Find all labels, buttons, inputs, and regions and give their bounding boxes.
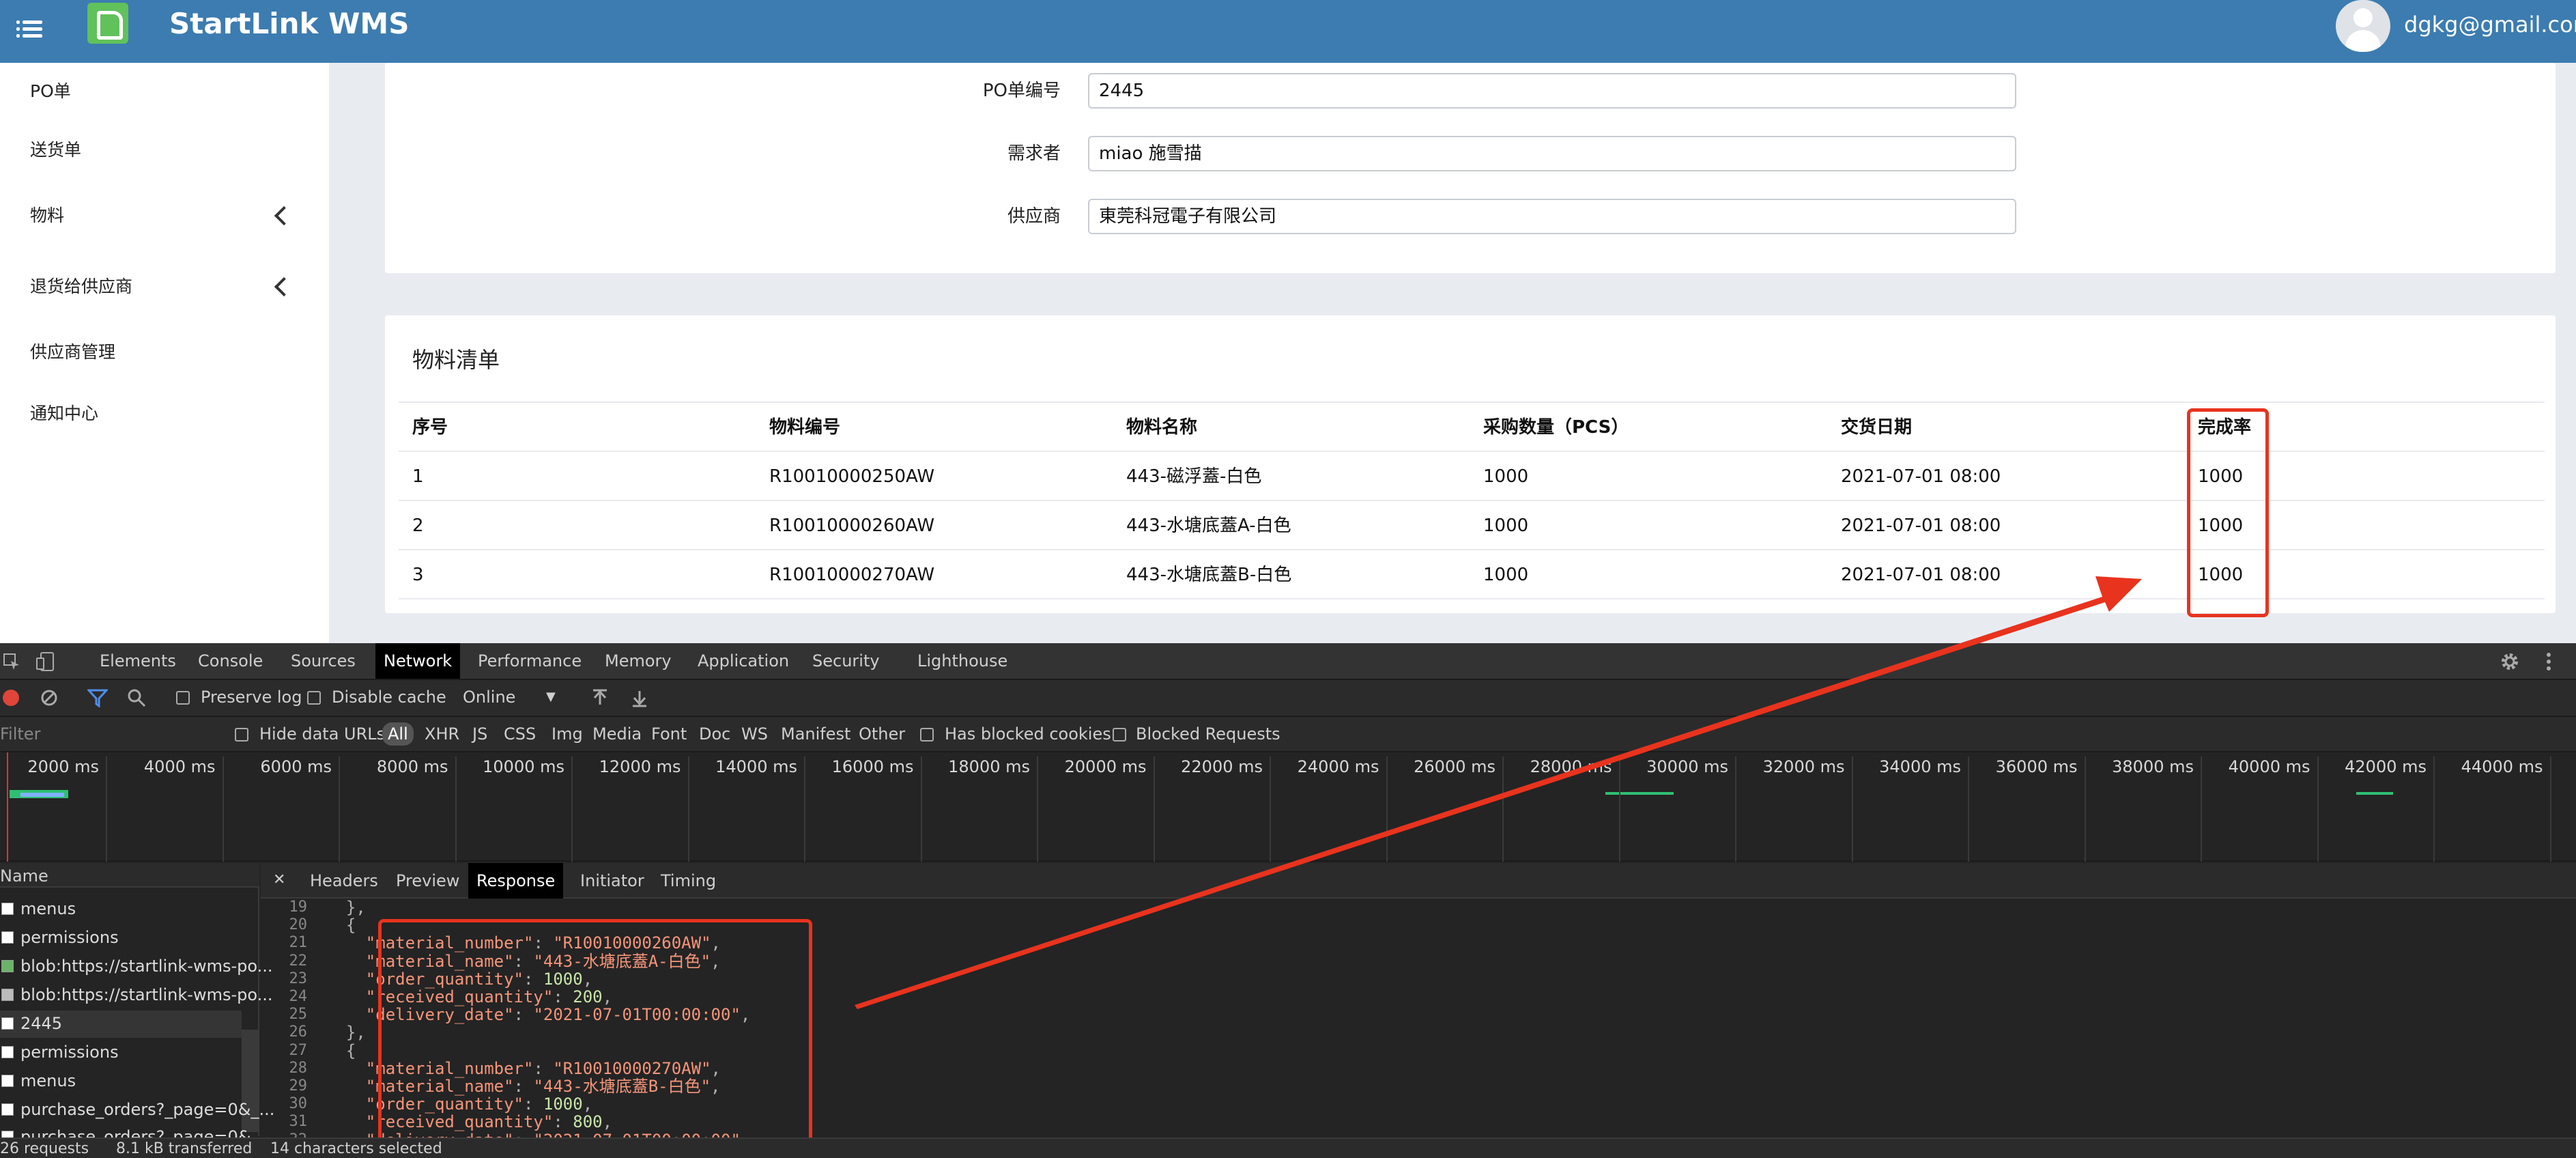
annotation-arrow	[855, 576, 2142, 1009]
annotation-arrow-shape	[855, 576, 2142, 1009]
app-root: StartLink WMS dgkg@gmail.com PO单 送货单 物料 …	[0, 0, 2576, 1158]
